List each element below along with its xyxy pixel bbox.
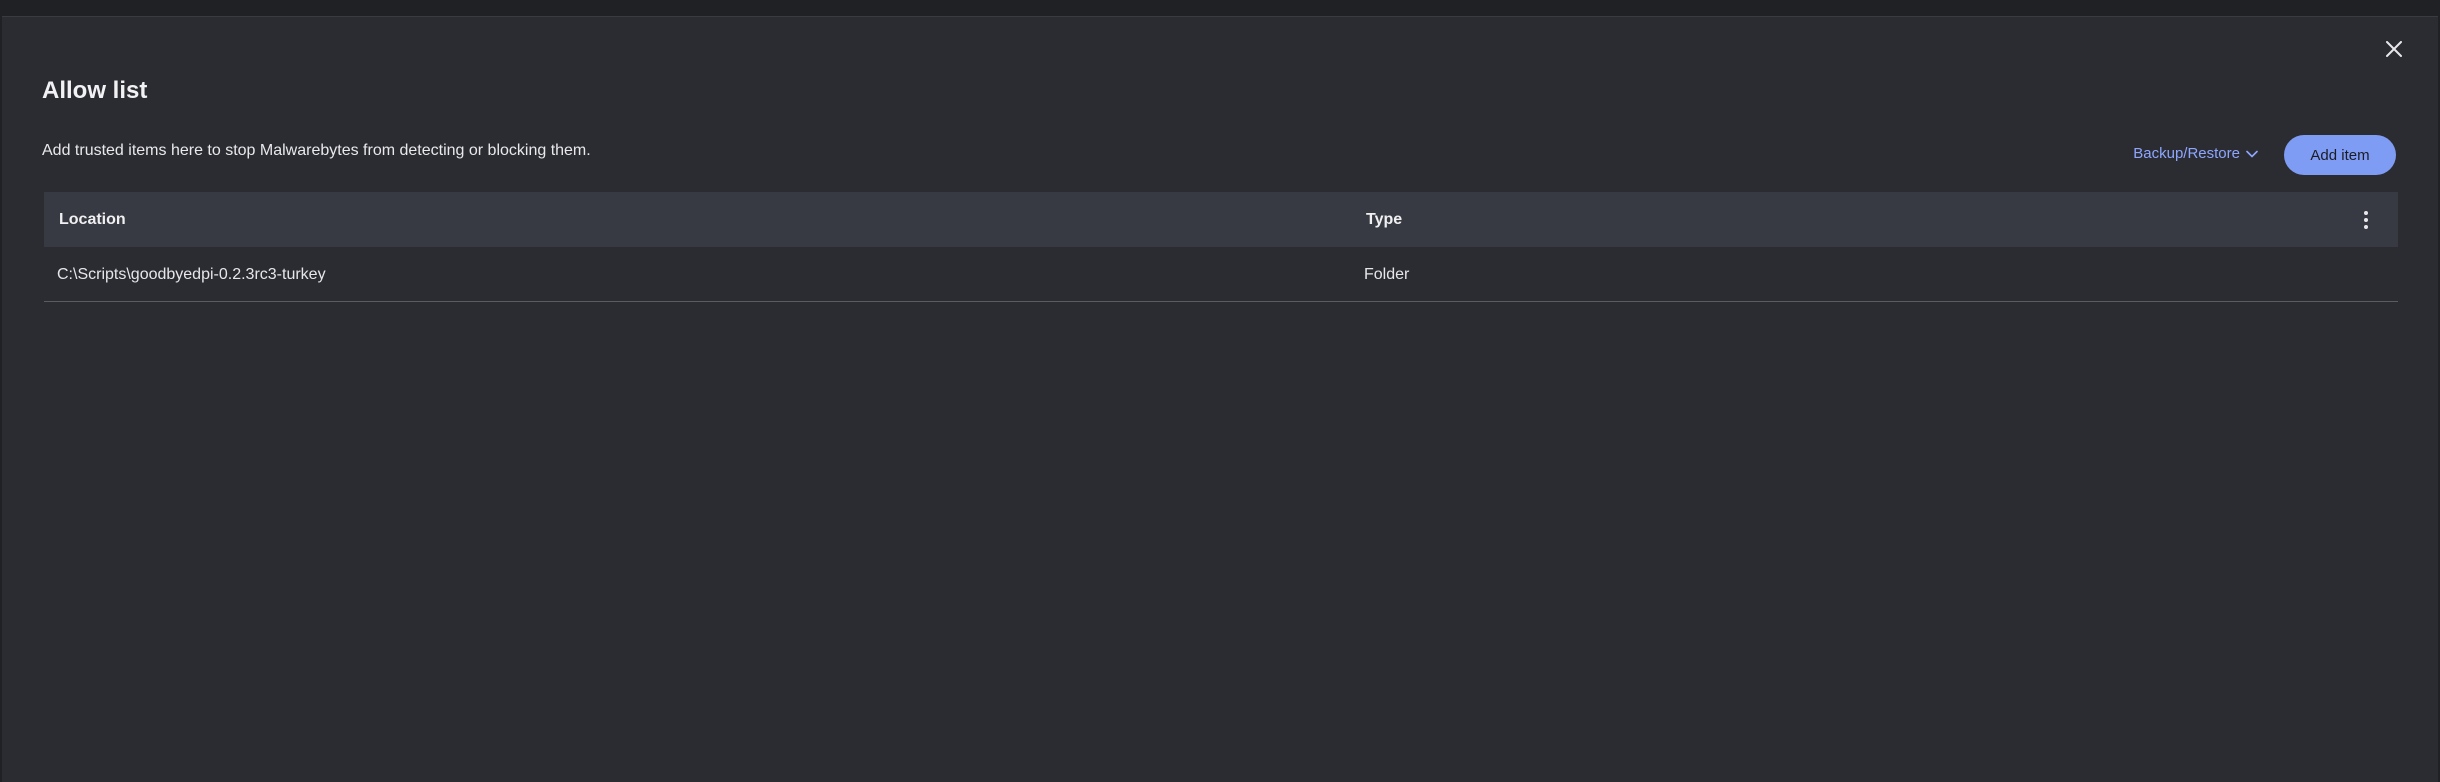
page-description: Add trusted items here to stop Malwareby…	[42, 142, 591, 159]
table-row[interactable]: C:\Scripts\goodbyedpi-0.2.3rc3-turkey Fo…	[44, 247, 2398, 302]
allow-list-table: Location Type C:\Scripts\goodbyedpi-0.2.…	[44, 192, 2398, 302]
backup-restore-dropdown[interactable]: Backup/Restore	[2133, 145, 2258, 162]
kebab-menu-icon	[2364, 211, 2368, 215]
table-options-button[interactable]	[2354, 206, 2378, 234]
column-header-type[interactable]: Type	[1366, 211, 1402, 229]
row-location: C:\Scripts\goodbyedpi-0.2.3rc3-turkey	[57, 266, 326, 283]
chevron-down-icon	[2246, 150, 2258, 157]
row-type: Folder	[1364, 266, 1410, 283]
close-icon	[2386, 41, 2402, 57]
column-header-location[interactable]: Location	[59, 211, 126, 229]
allow-list-dialog: Allow list Add trusted items here to sto…	[2, 16, 2438, 782]
close-button[interactable]	[2380, 35, 2408, 63]
add-item-button[interactable]: Add item	[2284, 135, 2396, 175]
page-title: Allow list	[42, 77, 148, 104]
backup-restore-label: Backup/Restore	[2133, 145, 2240, 162]
table-header: Location Type	[44, 192, 2398, 247]
